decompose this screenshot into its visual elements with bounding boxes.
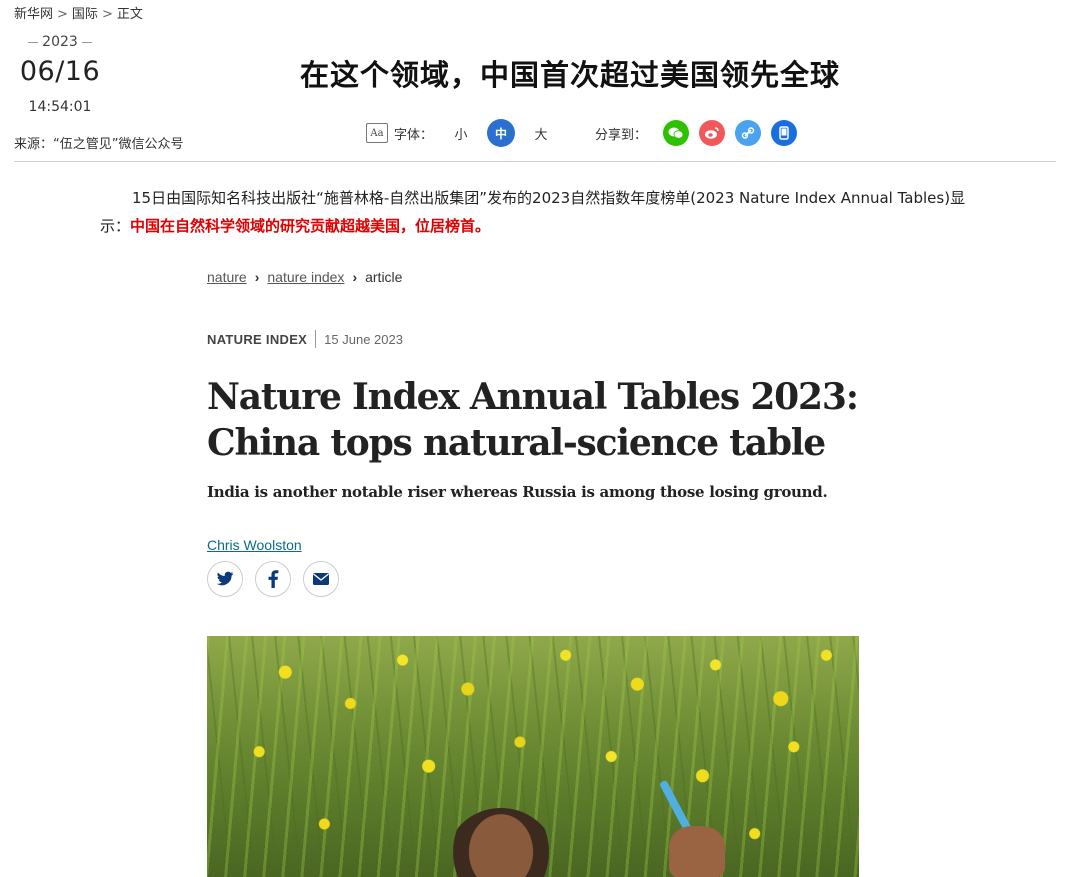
- article-standfirst: India is another notable riser whereas R…: [207, 483, 828, 501]
- nature-index-link[interactable]: nature index: [267, 269, 344, 285]
- nature-link[interactable]: nature: [207, 269, 247, 285]
- article-title: Nature Index Annual Tables 2023: China t…: [207, 376, 859, 464]
- intro-paragraph: 15日由国际知名科技出版社“施普林格-自然出版集团”发布的2023自然指数年度榜…: [100, 184, 980, 240]
- page-title: 在这个领域，中国首次超过美国领先全球: [300, 58, 841, 92]
- intro-highlight: 中国在自然科学领域的研究贡献超越美国，位居榜首。: [130, 217, 491, 235]
- email-icon[interactable]: [303, 561, 339, 597]
- divider: [81, 41, 92, 43]
- font-size-medium-button[interactable]: 中: [487, 119, 516, 147]
- social-share: [207, 561, 339, 597]
- breadcrumb-international[interactable]: 国际: [72, 7, 98, 22]
- breadcrumb-current: 正文: [116, 7, 143, 22]
- chevron-right-icon: ›: [352, 269, 358, 285]
- mobile-icon[interactable]: [771, 120, 798, 146]
- font-label: 字体：: [394, 127, 434, 143]
- date-time: 14:54:01: [28, 99, 92, 115]
- divider: [28, 41, 39, 43]
- breadcrumb-separator: >: [57, 7, 68, 22]
- breadcrumb: 新华网 > 国际 > 正文: [14, 3, 143, 22]
- breadcrumb-current: article: [365, 269, 403, 285]
- divider: [315, 330, 317, 348]
- person-figure: [445, 808, 557, 877]
- nature-breadcrumb: nature › nature index › article: [207, 269, 402, 285]
- facebook-icon[interactable]: [255, 561, 291, 597]
- chevron-right-icon: ›: [254, 269, 260, 285]
- article-source: 来源：“伍之管见”微信公众号: [14, 137, 184, 152]
- font-size-small-button[interactable]: 小: [447, 119, 475, 147]
- date-month-day: 06/16: [19, 56, 101, 87]
- article-meta: NATURE INDEX 15 June 2023: [207, 330, 403, 348]
- share-label: 分享到：: [595, 127, 648, 143]
- hand: [669, 826, 725, 877]
- author-link[interactable]: Chris Woolston: [207, 537, 302, 553]
- twitter-icon[interactable]: [207, 561, 243, 597]
- header-divider: [14, 161, 1056, 162]
- publish-date: 2023 06/16 14:54:01: [0, 34, 120, 115]
- year-text: 2023: [42, 34, 78, 50]
- article-photo: [207, 636, 859, 877]
- date-year: 2023: [0, 34, 120, 50]
- font-size-icon: Aa: [366, 123, 388, 143]
- wechat-icon[interactable]: [663, 120, 690, 146]
- article-date: 15 June 2023: [324, 331, 403, 347]
- link-icon[interactable]: [735, 120, 762, 146]
- font-size-large-button[interactable]: 大: [527, 119, 555, 147]
- weibo-icon[interactable]: [699, 120, 726, 146]
- article-toolbar: Aa 字体： 小 中 大 分享到：: [366, 119, 798, 147]
- breadcrumb-xinhua[interactable]: 新华网: [14, 7, 53, 22]
- article-category: NATURE INDEX: [207, 331, 308, 347]
- breadcrumb-separator: >: [101, 7, 113, 22]
